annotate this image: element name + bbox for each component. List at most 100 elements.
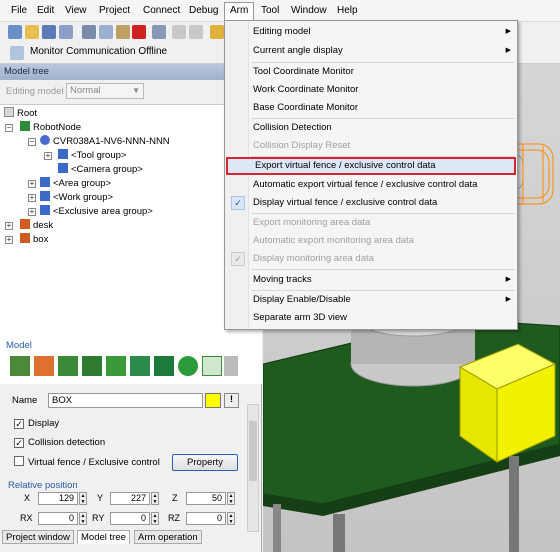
wedge-shape-icon[interactable] [58,356,78,376]
box-shape-icon[interactable] [154,356,174,376]
menu-display-fence[interactable]: ✓ Display virtual fence / exclusive contr… [226,194,516,212]
menu-separate-arm[interactable]: Separate arm 3D view [226,309,516,327]
display-checkbox[interactable]: ✓ [14,419,24,429]
find-icon[interactable] [152,25,166,39]
editing-model-row: Editing model Normal ▼ [0,82,262,102]
menu-edit[interactable]: Edit [32,3,59,20]
menu-project[interactable]: Project [94,3,135,20]
rx-spinner[interactable]: ▲ ▼ [79,512,87,525]
desk-leg [273,504,281,552]
menu-current-angle[interactable]: Current angle display ▶ [226,42,516,60]
delete-icon[interactable] [132,25,146,39]
color-picker[interactable] [205,393,221,408]
undo-icon[interactable] [172,25,186,39]
menu-help[interactable]: Help [332,3,363,20]
y-input[interactable]: 227 [110,492,150,505]
menu-export-monitoring: Export monitoring area data [253,217,371,228]
expand-icon[interactable]: + [5,222,13,230]
cut-icon[interactable] [82,25,96,39]
collapse-icon[interactable]: − [5,124,13,132]
save-icon[interactable] [42,25,56,39]
tree-node-area-group[interactable]: <Area group> [40,177,111,190]
menu-auto-export-fence[interactable]: Automatic export virtual fence / exclusi… [226,176,516,194]
collapse-icon[interactable]: − [28,138,36,146]
tree-node-camera-group[interactable]: <Camera group> [58,163,143,176]
expand-icon[interactable]: + [44,152,52,160]
x-spinner[interactable]: ▲ ▼ [79,492,87,505]
rx-input[interactable]: 0 [38,512,78,525]
scroll-thumb[interactable] [249,421,257,481]
menu-view[interactable]: View [60,3,92,20]
more-shapes-icon[interactable] [224,356,238,376]
save-all-icon[interactable] [59,25,73,39]
tree-node-robot[interactable]: CVR038A1-NV6-NNN-NNN [40,135,170,148]
menu-tool-coordinate[interactable]: Tool Coordinate Monitor [226,63,516,81]
z-input[interactable]: 50 [186,492,226,505]
copy-icon[interactable] [99,25,113,39]
menu-tool[interactable]: Tool [256,3,284,20]
y-spinner[interactable]: ▲ ▼ [151,492,159,505]
collision-checkbox-row[interactable]: ✓ Collision detection [14,436,105,450]
tree-node-robotnode[interactable]: RobotNode [20,121,81,134]
z-spinner[interactable]: ▲ ▼ [227,492,235,505]
rz-spinner[interactable]: ▲ ▼ [227,512,235,525]
ry-label: RY [92,513,105,523]
ry-spinner[interactable]: ▲ ▼ [151,512,159,525]
menu-work-coordinate[interactable]: Work Coordinate Monitor [226,81,516,99]
name-input[interactable]: BOX [48,393,203,408]
import-3d-icon[interactable] [34,356,54,376]
menu-collision-detection[interactable]: Collision Detection [226,119,516,137]
expand-icon[interactable]: + [28,180,36,188]
open-folder-icon[interactable] [25,25,39,39]
axes-shape-icon[interactable] [10,356,30,376]
box-model-icon [20,233,30,243]
editing-model-select[interactable]: Normal ▼ [66,83,144,99]
expand-icon[interactable]: + [28,194,36,202]
chevron-down-icon: ▼ [132,86,140,95]
tree-node-tool-group[interactable]: <Tool group> [58,149,126,162]
rz-input[interactable]: 0 [186,512,226,525]
tree-node-desk[interactable]: desk [20,219,53,232]
menu-bar: File Edit View Project Connect Debug Arm… [0,0,560,22]
menu-arm[interactable]: Arm [224,2,255,22]
vertical-scrollbar[interactable] [247,404,259,532]
property-button[interactable]: Property [172,454,238,471]
cube-shape-icon[interactable] [82,356,102,376]
cylinder-shape-icon[interactable] [130,356,150,376]
tree-node-root[interactable]: Root [4,107,37,120]
menu-base-coordinate[interactable]: Base Coordinate Monitor [226,99,516,117]
menu-moving-tracks[interactable]: Moving tracks ▶ [226,271,516,289]
tab-model-tree[interactable]: Model tree [77,530,130,544]
menu-connect[interactable]: Connect [138,3,185,20]
sphere-shape-icon[interactable] [178,356,198,376]
collision-checkbox[interactable]: ✓ [14,438,24,448]
display-checkbox-row[interactable]: ✓ Display [14,417,59,431]
info-button[interactable]: ! [224,393,239,408]
coordinate-axes-icon [40,205,50,215]
menu-display-enable[interactable]: Display Enable/Disable ▶ [226,291,516,309]
mesh-shape-icon[interactable] [202,356,222,376]
menu-window[interactable]: Window [286,3,332,20]
x-input[interactable]: 129 [38,492,78,505]
new-project-icon[interactable] [8,25,22,39]
menu-editing-model[interactable]: Editing model ▶ [226,23,516,41]
expand-icon[interactable]: + [5,236,13,244]
menu-export-fence[interactable]: Export virtual fence / exclusive control… [226,157,516,175]
tree-node-work-group[interactable]: <Work group> [40,191,113,204]
tab-arm-operation[interactable]: Arm operation [134,530,202,544]
menu-debug[interactable]: Debug [184,3,223,20]
ry-input[interactable]: 0 [110,512,150,525]
paste-icon[interactable] [116,25,130,39]
fence-checkbox-row[interactable]: Virtual fence / Exclusive control [14,456,160,470]
monitor-icon[interactable] [10,46,24,60]
expand-icon[interactable]: + [28,208,36,216]
tab-project-window[interactable]: Project window [2,530,74,544]
cone-shape-icon[interactable] [106,356,126,376]
menu-file[interactable]: File [6,3,32,20]
redo-icon[interactable] [189,25,203,39]
fence-checkbox[interactable] [14,456,24,466]
menu-separator [251,269,515,270]
tree-node-exclusive-area-group[interactable]: <Exclusive area group> [40,205,153,218]
build-icon[interactable] [210,25,224,39]
tree-node-box[interactable]: box [20,233,48,246]
